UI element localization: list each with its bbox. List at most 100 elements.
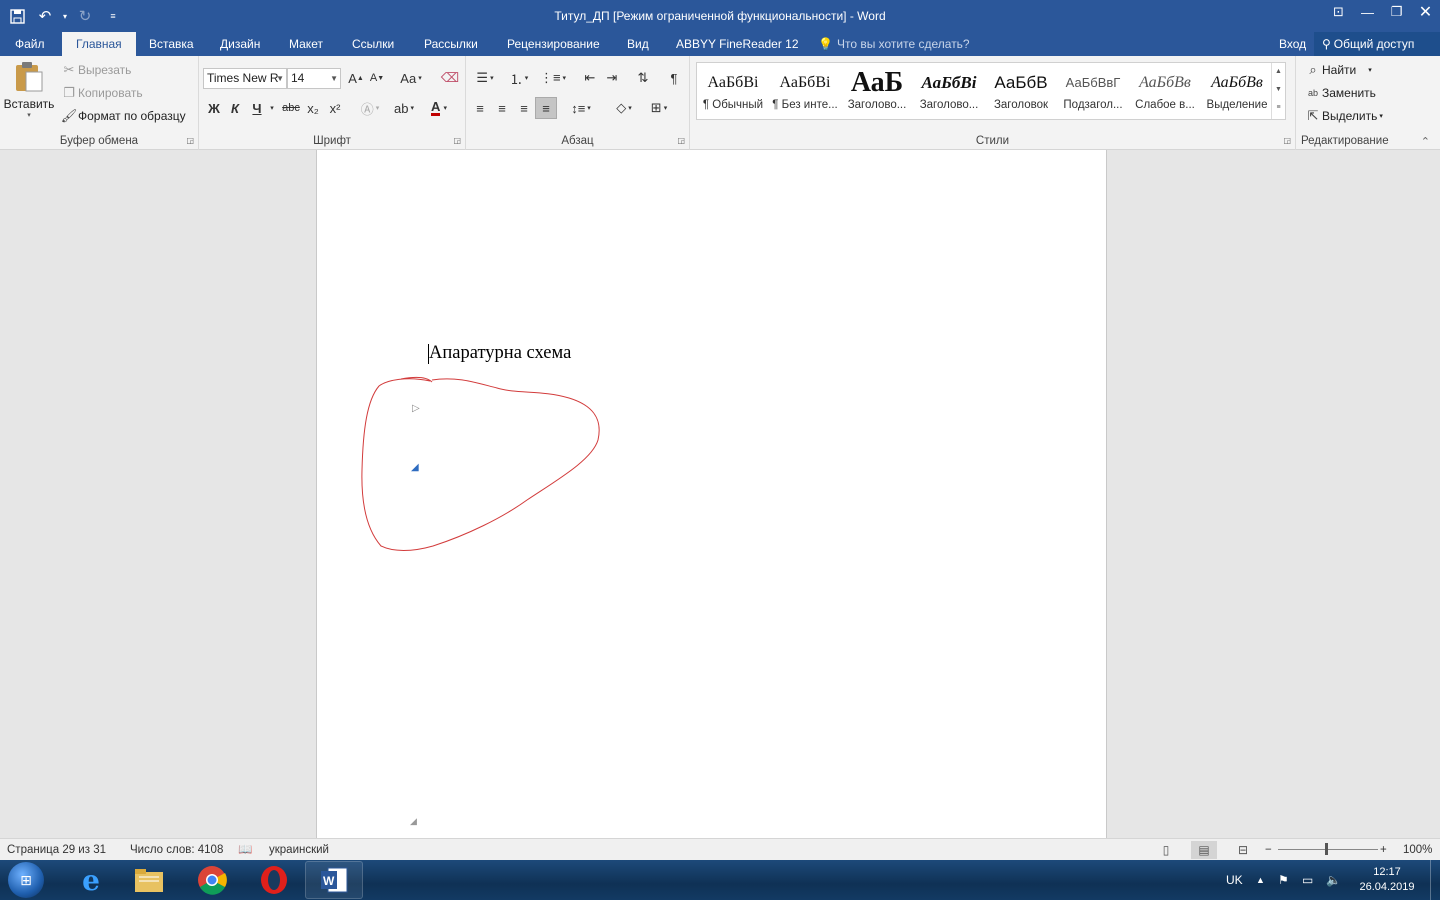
collapse-ribbon-icon[interactable]: ⌃ xyxy=(1421,135,1430,148)
anchor-marker-icon[interactable]: ◢ xyxy=(411,462,419,473)
gallery-up-icon[interactable]: ▲ xyxy=(1272,63,1285,81)
clear-formatting-icon[interactable]: ⌫ xyxy=(439,67,461,89)
font-name-combo[interactable]: Times New R ▼ xyxy=(203,68,287,89)
italic-button[interactable]: К xyxy=(224,97,246,119)
paste-button[interactable]: Вставить ▾ xyxy=(4,60,54,128)
style-heading-2[interactable]: АаБбВі Заголово... xyxy=(913,63,985,119)
show-desktop-button[interactable] xyxy=(1430,860,1440,900)
subscript-button[interactable]: x₂ xyxy=(302,97,324,119)
close-icon[interactable]: ✕ xyxy=(1411,0,1440,24)
network-icon[interactable]: ▭ xyxy=(1302,860,1313,900)
select-button[interactable]: ⇱ Выделить ▾ xyxy=(1304,107,1383,125)
copy-button[interactable]: ❐ Копировать xyxy=(60,84,142,102)
tell-me-box[interactable]: 💡 Что вы хотите сделать? xyxy=(818,32,970,56)
tab-references[interactable]: Ссылки xyxy=(338,32,408,56)
volume-icon[interactable]: 🔈 xyxy=(1326,860,1341,900)
format-painter-button[interactable]: 🖌 Формат по образцу xyxy=(60,107,186,125)
paragraph-launcher-icon[interactable]: ◲ xyxy=(677,136,685,145)
style-title[interactable]: АаБбВ Заголовок xyxy=(985,63,1057,119)
style-normal[interactable]: АаБбВі ¶ Обычный xyxy=(697,63,769,119)
justify-icon[interactable]: ≡ xyxy=(535,97,557,119)
style-no-spacing[interactable]: АаБбВі ¶ Без инте... xyxy=(769,63,841,119)
tab-abbyy[interactable]: ABBYY FineReader 12 xyxy=(662,32,813,56)
taskbar-app-explorer[interactable] xyxy=(120,861,178,899)
strikethrough-button[interactable]: abc xyxy=(280,97,302,119)
read-mode-icon[interactable]: ▯ xyxy=(1153,841,1179,859)
borders-button[interactable]: ⊞ ▾ xyxy=(644,97,674,119)
tab-file[interactable]: Файл xyxy=(1,32,59,56)
font-launcher-icon[interactable]: ◲ xyxy=(453,136,461,145)
ribbon-display-options-icon[interactable]: ⊡ xyxy=(1324,0,1353,24)
tab-view[interactable]: Вид xyxy=(613,32,663,56)
keyboard-language[interactable]: UK xyxy=(1226,860,1243,900)
taskbar-app-ie[interactable]: e xyxy=(62,861,120,899)
taskbar-app-chrome[interactable] xyxy=(183,861,241,899)
page-count[interactable]: Страница 29 из 31 xyxy=(7,839,106,861)
ink-drawing[interactable] xyxy=(317,150,1108,838)
zoom-in-icon[interactable]: + xyxy=(1380,839,1387,861)
highlight-button[interactable]: ab ▾ xyxy=(389,97,419,119)
zoom-slider[interactable] xyxy=(1278,849,1378,850)
minimize-icon[interactable]: — xyxy=(1353,0,1382,24)
sign-in-link[interactable]: Вход xyxy=(1279,32,1306,56)
web-layout-icon[interactable]: ⊟ xyxy=(1230,841,1256,859)
gallery-down-icon[interactable]: ▼ xyxy=(1272,81,1285,99)
tab-design[interactable]: Дизайн xyxy=(206,32,274,56)
document-area[interactable]: Апаратурна схема ▷ ◢ ◢ xyxy=(0,150,1440,838)
tab-review[interactable]: Рецензирование xyxy=(493,32,614,56)
line-spacing-button[interactable]: ↕≡ ▾ xyxy=(566,97,596,119)
numbering-button[interactable]: ⒈ ▾ xyxy=(504,67,534,89)
bold-button[interactable]: Ж xyxy=(203,97,225,119)
font-color-button[interactable]: A ▾ xyxy=(424,97,454,119)
superscript-button[interactable]: x² xyxy=(324,97,346,119)
share-button[interactable]: ⚲ Общий доступ xyxy=(1314,32,1440,56)
print-layout-icon[interactable]: ▤ xyxy=(1191,841,1217,859)
taskbar-app-word[interactable]: W xyxy=(305,861,363,899)
font-size-combo[interactable]: 14 ▼ xyxy=(287,68,341,89)
multilevel-list-button[interactable]: ⋮≡ ▾ xyxy=(538,67,568,89)
zoom-slider-thumb[interactable] xyxy=(1325,843,1328,855)
tab-mailings[interactable]: Рассылки xyxy=(410,32,492,56)
text-effects-button[interactable]: Ⓐ ▾ xyxy=(355,97,385,119)
shading-button[interactable]: ◇ ▾ xyxy=(609,97,639,119)
taskbar-app-opera[interactable] xyxy=(245,861,303,899)
grow-font-button[interactable]: A ▲ xyxy=(345,67,367,89)
language-status[interactable]: украинский xyxy=(269,839,329,861)
word-count[interactable]: Число слов: 4108 xyxy=(130,839,223,861)
document-page[interactable]: Апаратурна схема ▷ ◢ ◢ xyxy=(316,150,1107,838)
increase-indent-icon[interactable]: ⇥ xyxy=(601,67,623,89)
zoom-out-icon[interactable]: − xyxy=(1265,839,1272,861)
replace-button[interactable]: ab Заменить xyxy=(1304,84,1376,102)
zoom-level[interactable]: 100% xyxy=(1403,839,1432,861)
shrink-font-button[interactable]: A ▼ xyxy=(366,67,388,89)
clipboard-launcher-icon[interactable]: ◲ xyxy=(186,136,194,145)
style-subtitle[interactable]: АаБбВвГ Подзагол... xyxy=(1057,63,1129,119)
style-subtle-emphasis[interactable]: АаБбВв Слабое в... xyxy=(1129,63,1201,119)
clock[interactable]: 12:17 26.04.2019 xyxy=(1356,865,1418,895)
proofing-icon[interactable]: 📖 xyxy=(238,839,252,861)
start-button[interactable]: ⊞ xyxy=(8,862,44,898)
align-center-icon[interactable]: ≡ xyxy=(491,97,513,119)
action-center-icon[interactable]: ⚑ xyxy=(1278,860,1289,900)
align-right-icon[interactable]: ≡ xyxy=(513,97,535,119)
tab-layout[interactable]: Макет xyxy=(275,32,337,56)
cut-button[interactable]: ✂ Вырезать xyxy=(60,61,132,79)
underline-button[interactable]: Ч xyxy=(246,97,268,119)
find-button[interactable]: ⌕ Найти ▾ xyxy=(1304,61,1371,79)
underline-dropdown-icon[interactable]: ▾ xyxy=(266,97,278,119)
restore-icon[interactable]: ❐ xyxy=(1382,0,1411,24)
tab-home[interactable]: Главная xyxy=(62,32,136,56)
anchor-triangle-icon[interactable]: ▷ xyxy=(412,403,420,414)
show-hidden-icons-icon[interactable]: ▲ xyxy=(1256,860,1265,900)
bullets-button[interactable]: ☰ ▾ xyxy=(470,67,500,89)
style-heading-1[interactable]: АаБ Заголово... xyxy=(841,63,913,119)
change-case-button[interactable]: Aa ▾ xyxy=(396,67,426,89)
style-emphasis[interactable]: АаБбВв Выделение xyxy=(1201,63,1273,119)
decrease-indent-icon[interactable]: ⇤ xyxy=(579,67,601,89)
styles-launcher-icon[interactable]: ◲ xyxy=(1283,136,1291,145)
align-left-icon[interactable]: ≡ xyxy=(469,97,491,119)
sort-icon[interactable]: ⇅ xyxy=(632,67,654,89)
gallery-more-icon[interactable]: ≡ xyxy=(1272,99,1285,117)
tab-insert[interactable]: Вставка xyxy=(135,32,208,56)
show-marks-icon[interactable]: ¶ xyxy=(663,67,685,89)
